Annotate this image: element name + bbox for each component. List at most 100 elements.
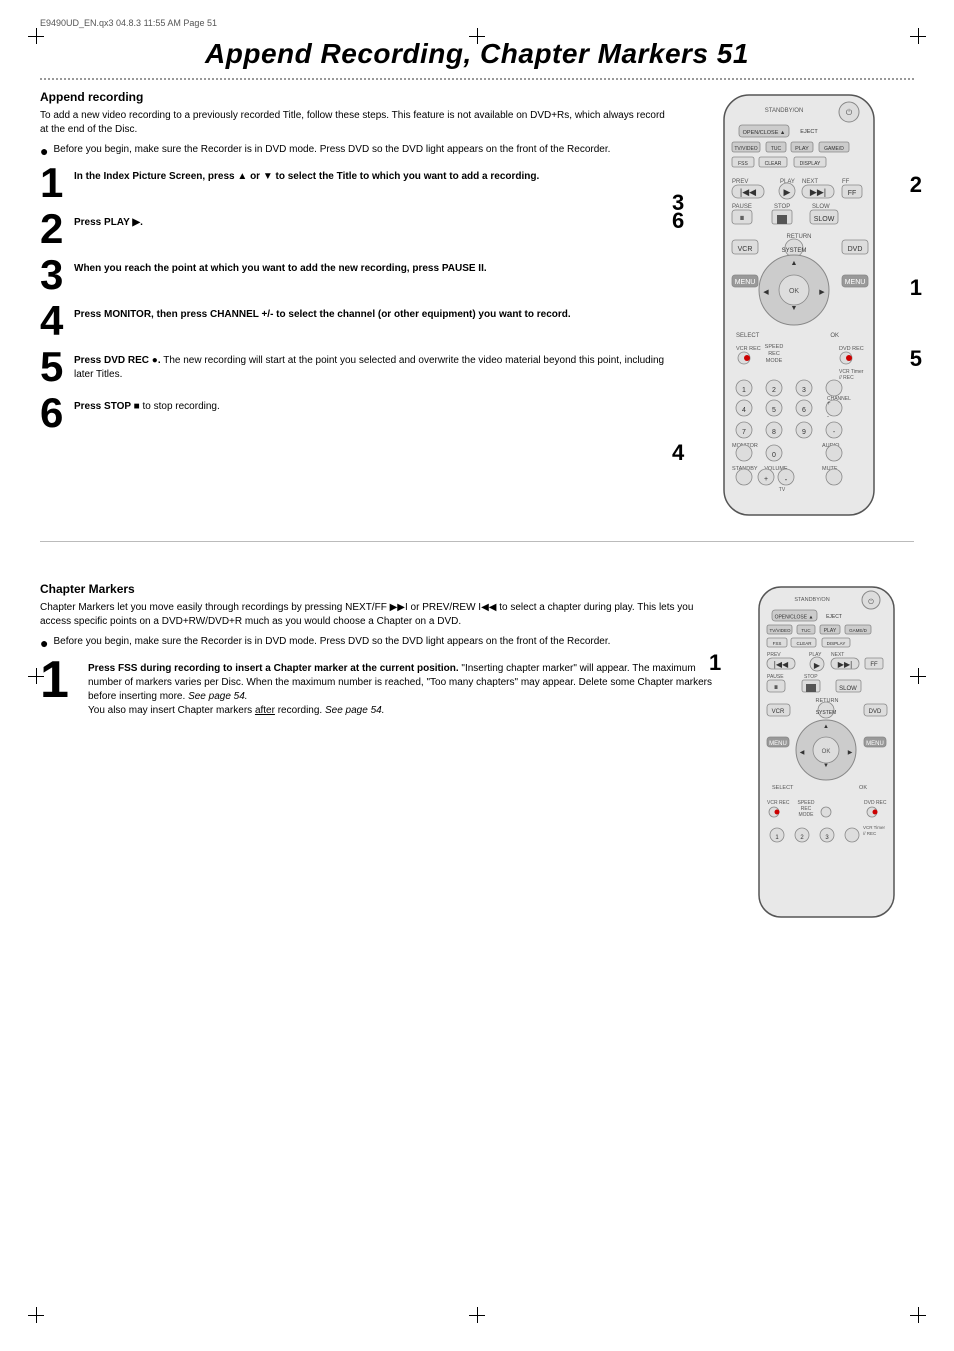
- svg-text:2: 2: [772, 387, 776, 394]
- svg-text:SYSTEM: SYSTEM: [816, 710, 837, 716]
- remote-label-2-1: 1: [709, 650, 721, 676]
- remote-label-1: 1: [910, 275, 922, 301]
- svg-text:⏻: ⏻: [846, 108, 853, 117]
- step-5-number: 5: [40, 346, 68, 388]
- svg-text:EJECT: EJECT: [800, 129, 818, 135]
- svg-text:MODE: MODE: [799, 812, 815, 818]
- chapter-markers-heading: Chapter Markers: [40, 582, 714, 596]
- svg-text:FSS: FSS: [773, 641, 782, 646]
- svg-text:VCR REC: VCR REC: [767, 800, 790, 806]
- svg-text:0: 0: [772, 452, 776, 459]
- svg-text:EJECT: EJECT: [826, 614, 842, 620]
- svg-text:GAME/D: GAME/D: [824, 146, 844, 152]
- remote-container-2: STANDBY/ON ⏻ OPEN/CLOSE ▲ EJECT TV/VIDEO…: [734, 582, 919, 922]
- step-3-number: 3: [40, 254, 68, 296]
- chapter-markers-intro: Chapter Markers let you move easily thro…: [40, 601, 714, 629]
- svg-text:|◀◀: |◀◀: [740, 187, 756, 197]
- svg-text:▶▶|: ▶▶|: [838, 660, 852, 669]
- svg-text:MENU: MENU: [845, 279, 866, 286]
- svg-text:▶: ▶: [784, 187, 791, 197]
- append-recording-bullet: ● Before you begin, make sure the Record…: [40, 143, 674, 158]
- svg-text:DISPLAY: DISPLAY: [800, 161, 821, 167]
- svg-text:FF: FF: [848, 190, 857, 197]
- svg-text:-: -: [827, 414, 829, 420]
- bullet-icon: ●: [40, 144, 48, 158]
- svg-text:STOP: STOP: [804, 674, 818, 680]
- svg-text:CLEAR: CLEAR: [765, 161, 782, 167]
- step-4: 4 Press MONITOR, then press CHANNEL +/- …: [40, 304, 674, 342]
- svg-text:◀: ◀: [763, 289, 769, 296]
- svg-text:SLOW: SLOW: [812, 204, 830, 210]
- svg-text:1: 1: [742, 387, 746, 394]
- append-recording-text: Append recording To add a new video reco…: [40, 90, 674, 523]
- svg-text:4: 4: [742, 407, 746, 414]
- svg-text:FF: FF: [842, 179, 850, 185]
- step-5: 5 Press DVD REC ●. The new recording wil…: [40, 350, 674, 388]
- step-4-text: Press MONITOR, then press CHANNEL +/- to…: [74, 304, 674, 322]
- svg-text:OK: OK: [830, 333, 839, 339]
- chapter-markers-bullet: ● Before you begin, make sure the Record…: [40, 635, 714, 650]
- svg-text:SLOW: SLOW: [839, 686, 857, 692]
- step-2-number: 2: [40, 208, 68, 250]
- svg-text:▶▶|: ▶▶|: [810, 187, 826, 197]
- svg-text:GAME/D: GAME/D: [849, 628, 868, 633]
- svg-text:9: 9: [802, 429, 806, 436]
- svg-text:VCR REC: VCR REC: [736, 346, 761, 352]
- remote-container-1: STANDBY/ON ⏻ OPEN/CLOSE ▲ EJECT TV/VIDEO…: [694, 90, 904, 520]
- svg-text:VCR Timer: VCR Timer: [863, 825, 886, 830]
- svg-text:TUC: TUC: [771, 146, 782, 152]
- svg-text:-: -: [785, 475, 788, 484]
- chapter-step-1-number: 1: [40, 654, 82, 706]
- chapter-markers-text: Chapter Markers Chapter Markers let you …: [40, 582, 714, 925]
- remote-label-6: 6: [672, 208, 684, 234]
- append-steps: 1 In the Index Picture Screen, press ▲ o…: [40, 166, 674, 434]
- svg-text:▲: ▲: [823, 724, 829, 730]
- bullet-text: Before you begin, make sure the Recorder…: [53, 143, 610, 157]
- svg-text:DISPLAY: DISPLAY: [827, 641, 846, 646]
- svg-text:DVD: DVD: [848, 246, 863, 253]
- svg-text:◀: ◀: [800, 750, 805, 756]
- svg-text:// REC: // REC: [839, 375, 854, 381]
- svg-text:CHANNEL: CHANNEL: [827, 396, 851, 402]
- step-6-text: Press STOP ■ to stop recording.: [74, 396, 674, 414]
- svg-text:// REC: // REC: [863, 831, 877, 836]
- svg-text:SPEED: SPEED: [765, 344, 784, 350]
- svg-text:SELECT: SELECT: [772, 785, 794, 791]
- svg-text:FF: FF: [870, 662, 878, 668]
- svg-text:MENU: MENU: [769, 741, 787, 747]
- chapter-steps: 1 Press FSS during recording to insert a…: [40, 658, 714, 718]
- svg-text:VCR: VCR: [738, 246, 753, 253]
- svg-text:TV: TV: [779, 487, 786, 493]
- svg-text:▶: ▶: [819, 289, 825, 296]
- svg-text:▲: ▲: [791, 260, 798, 267]
- step-5-text: Press DVD REC ●. The new recording will …: [74, 350, 674, 382]
- svg-text:+: +: [764, 476, 768, 483]
- step-6-number: 6: [40, 392, 68, 434]
- page-header: E9490UD_EN.qx3 04.8.3 11:55 AM Page 51: [0, 0, 954, 28]
- remote-label-2: 2: [910, 172, 922, 198]
- svg-text:PAUSE: PAUSE: [767, 674, 784, 680]
- step-3: 3 When you reach the point at which you …: [40, 258, 674, 296]
- svg-text:OK: OK: [789, 288, 799, 295]
- svg-text:SLOW: SLOW: [814, 216, 835, 223]
- step-1-text: In the Index Picture Screen, press ▲ or …: [74, 166, 674, 184]
- step-4-number: 4: [40, 300, 68, 342]
- svg-text:5: 5: [772, 407, 776, 414]
- file-info: E9490UD_EN.qx3 04.8.3 11:55 AM Page 51: [40, 18, 217, 28]
- svg-text:VCR: VCR: [772, 709, 785, 715]
- bullet-icon-2: ●: [40, 636, 48, 650]
- svg-text:PLAY: PLAY: [824, 628, 837, 634]
- svg-text:⏸: ⏸: [740, 213, 745, 224]
- remote-diagram-1: STANDBY/ON ⏻ OPEN/CLOSE ▲ EJECT TV/VIDEO…: [694, 90, 914, 523]
- svg-text:TV/VIDEO: TV/VIDEO: [734, 146, 757, 152]
- svg-text:NEXT: NEXT: [802, 179, 818, 185]
- svg-text:STANDBY/ON: STANDBY/ON: [794, 597, 829, 603]
- append-recording-intro: To add a new video recording to a previo…: [40, 109, 674, 137]
- step-1-number: 1: [40, 162, 68, 204]
- svg-text:PREV: PREV: [732, 179, 748, 185]
- svg-text:PLAY: PLAY: [795, 146, 809, 152]
- remote-label-4: 4: [672, 440, 684, 466]
- chapter-step-1: 1 Press FSS during recording to insert a…: [40, 658, 714, 718]
- remote-label-5: 5: [910, 346, 922, 372]
- svg-text:⏻: ⏻: [868, 598, 874, 606]
